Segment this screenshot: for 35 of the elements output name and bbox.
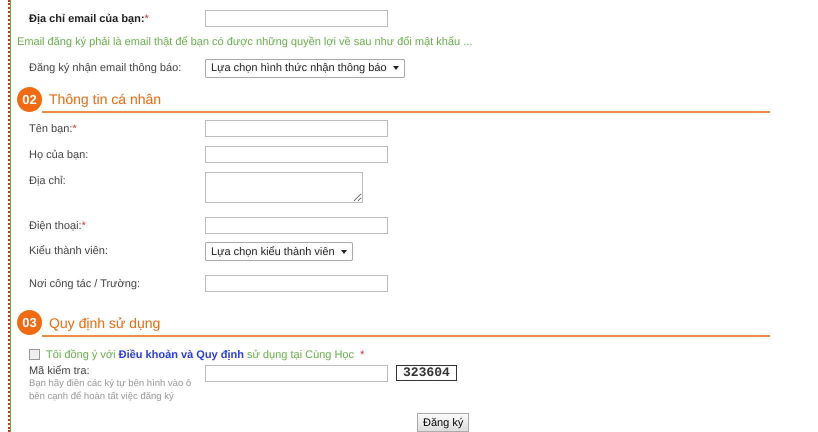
text-field[interactable] [205, 10, 388, 27]
section-title: Quy định sử dụng [49, 314, 160, 331]
register-button[interactable]: Đăng ký [417, 413, 470, 432]
captcha-code: 323604 [396, 365, 457, 382]
field-label: Địa chỉ email của bạn: [29, 13, 145, 25]
field-label: Điện thoại: [29, 220, 82, 232]
step-number: 02 [17, 86, 42, 112]
field-label: Mã kiểm tra: [29, 365, 91, 378]
field-label: Họ của bạn: [29, 149, 88, 162]
text-field[interactable] [205, 146, 388, 164]
section-title: Thông tin cá nhân [49, 91, 162, 108]
field-label: Địa chỉ: [29, 174, 66, 187]
text-field[interactable] [205, 120, 388, 138]
email-note: Email đăng ký phải là email thật để bạn có được những quyền lợi về sau như đổi mật khẩu ... [17, 34, 474, 50]
caret-icon [392, 66, 399, 70]
checkbox[interactable] [29, 349, 40, 360]
field-label: Đăng ký nhận email thông báo: [29, 62, 182, 74]
text-area[interactable] [205, 172, 363, 203]
required-mark: * [82, 220, 86, 232]
terms-text: Tôi đồng ý với Điều khoản và Quy định sử dụng tại Cùng Học [46, 348, 354, 361]
field-label: Nơi công tác / Trường: [29, 278, 140, 290]
dropdown[interactable]: Lựa chọn kiểu thành viên [205, 242, 353, 262]
required-mark: * [72, 123, 77, 136]
field-label: Tên bạn: [29, 123, 72, 136]
captcha-hint: Bạn hãy điền các ký tự bên hình vào ô bên cạnh để hoàn tất việc đăng ký [29, 377, 192, 404]
text-field[interactable] [205, 216, 388, 234]
required-mark: * [144, 13, 149, 25]
caret-icon [340, 250, 347, 254]
terms-link[interactable]: Điều khoản và Quy định [118, 348, 244, 361]
required-mark: * [360, 348, 364, 361]
text-field[interactable] [205, 275, 388, 292]
dropdown[interactable]: Lựa chọn hình thức nhận thông báo [205, 58, 405, 78]
step-number: 03 [17, 310, 42, 336]
captcha-field[interactable] [205, 365, 388, 382]
field-label: Kiểu thành viên: [29, 245, 108, 258]
